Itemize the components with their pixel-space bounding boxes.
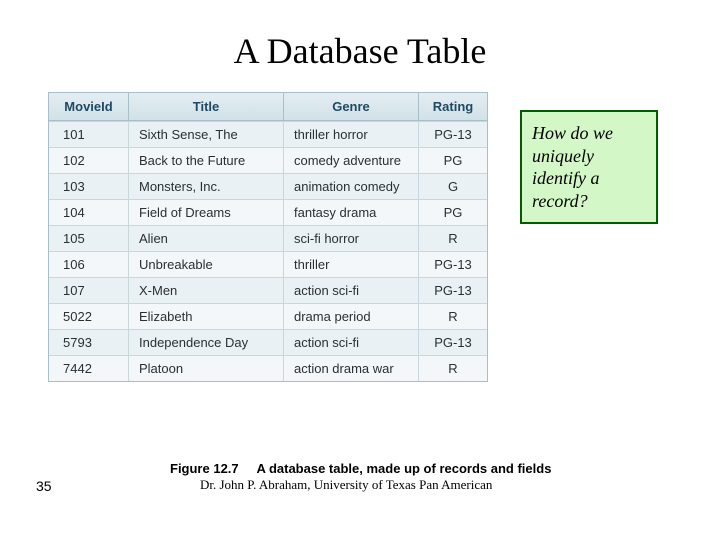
attribution: Dr. John P. Abraham, University of Texas… bbox=[200, 477, 492, 493]
figure-caption: Figure 12.7 A database table, made up of… bbox=[170, 460, 600, 478]
cell-title: Monsters, Inc. bbox=[129, 174, 284, 199]
table-body: 101Sixth Sense, Thethriller horrorPG-131… bbox=[49, 121, 487, 381]
cell-rating: R bbox=[419, 226, 487, 251]
cell-genre: action sci-fi bbox=[284, 330, 419, 355]
col-genre: Genre bbox=[284, 93, 419, 120]
db-table: MovieId Title Genre Rating 101Sixth Sens… bbox=[48, 92, 488, 382]
cell-movieid: 106 bbox=[49, 252, 129, 277]
cell-movieid: 7442 bbox=[49, 356, 129, 381]
cell-genre: thriller horror bbox=[284, 122, 419, 147]
cell-genre: sci-fi horror bbox=[284, 226, 419, 251]
table-row: 106UnbreakablethrillerPG-13 bbox=[49, 251, 487, 277]
cell-genre: action sci-fi bbox=[284, 278, 419, 303]
table-row: 101Sixth Sense, Thethriller horrorPG-13 bbox=[49, 121, 487, 147]
cell-movieid: 104 bbox=[49, 200, 129, 225]
cell-genre: comedy adventure bbox=[284, 148, 419, 173]
cell-title: X-Men bbox=[129, 278, 284, 303]
callout-question: How do we uniquely identify a record? bbox=[520, 110, 658, 224]
cell-genre: fantasy drama bbox=[284, 200, 419, 225]
cell-title: Back to the Future bbox=[129, 148, 284, 173]
cell-rating: PG-13 bbox=[419, 252, 487, 277]
cell-genre: drama period bbox=[284, 304, 419, 329]
cell-title: Sixth Sense, The bbox=[129, 122, 284, 147]
cell-title: Independence Day bbox=[129, 330, 284, 355]
cell-rating: PG bbox=[419, 200, 487, 225]
cell-rating: R bbox=[419, 304, 487, 329]
table-row: 7442Platoonaction drama warR bbox=[49, 355, 487, 381]
page-number: 35 bbox=[36, 478, 52, 494]
cell-movieid: 101 bbox=[49, 122, 129, 147]
cell-title: Elizabeth bbox=[129, 304, 284, 329]
col-title: Title bbox=[129, 93, 284, 120]
figure-label: Figure 12.7 bbox=[170, 461, 239, 476]
col-rating: Rating bbox=[419, 93, 487, 120]
cell-genre: action drama war bbox=[284, 356, 419, 381]
col-movieid: MovieId bbox=[49, 93, 129, 120]
table-row: 107X-Menaction sci-fiPG-13 bbox=[49, 277, 487, 303]
cell-movieid: 5022 bbox=[49, 304, 129, 329]
page-title: A Database Table bbox=[0, 30, 720, 72]
cell-movieid: 102 bbox=[49, 148, 129, 173]
cell-genre: thriller bbox=[284, 252, 419, 277]
table-row: 5022Elizabethdrama periodR bbox=[49, 303, 487, 329]
slide: A Database Table MovieId Title Genre Rat… bbox=[0, 0, 720, 540]
table-row: 104Field of Dreamsfantasy dramaPG bbox=[49, 199, 487, 225]
cell-movieid: 5793 bbox=[49, 330, 129, 355]
cell-rating: PG-13 bbox=[419, 278, 487, 303]
cell-movieid: 107 bbox=[49, 278, 129, 303]
cell-movieid: 103 bbox=[49, 174, 129, 199]
cell-title: Platoon bbox=[129, 356, 284, 381]
cell-rating: PG-13 bbox=[419, 122, 487, 147]
table-row: 103Monsters, Inc.animation comedyG bbox=[49, 173, 487, 199]
cell-rating: R bbox=[419, 356, 487, 381]
cell-rating: PG-13 bbox=[419, 330, 487, 355]
cell-rating: PG bbox=[419, 148, 487, 173]
table-row: 102Back to the Futurecomedy adventurePG bbox=[49, 147, 487, 173]
cell-rating: G bbox=[419, 174, 487, 199]
table-header-row: MovieId Title Genre Rating bbox=[49, 93, 487, 121]
cell-genre: animation comedy bbox=[284, 174, 419, 199]
cell-title: Alien bbox=[129, 226, 284, 251]
cell-movieid: 105 bbox=[49, 226, 129, 251]
table-row: 105Aliensci-fi horrorR bbox=[49, 225, 487, 251]
figure-text: A database table, made up of records and… bbox=[256, 461, 551, 476]
cell-title: Unbreakable bbox=[129, 252, 284, 277]
table-row: 5793Independence Dayaction sci-fiPG-13 bbox=[49, 329, 487, 355]
cell-title: Field of Dreams bbox=[129, 200, 284, 225]
